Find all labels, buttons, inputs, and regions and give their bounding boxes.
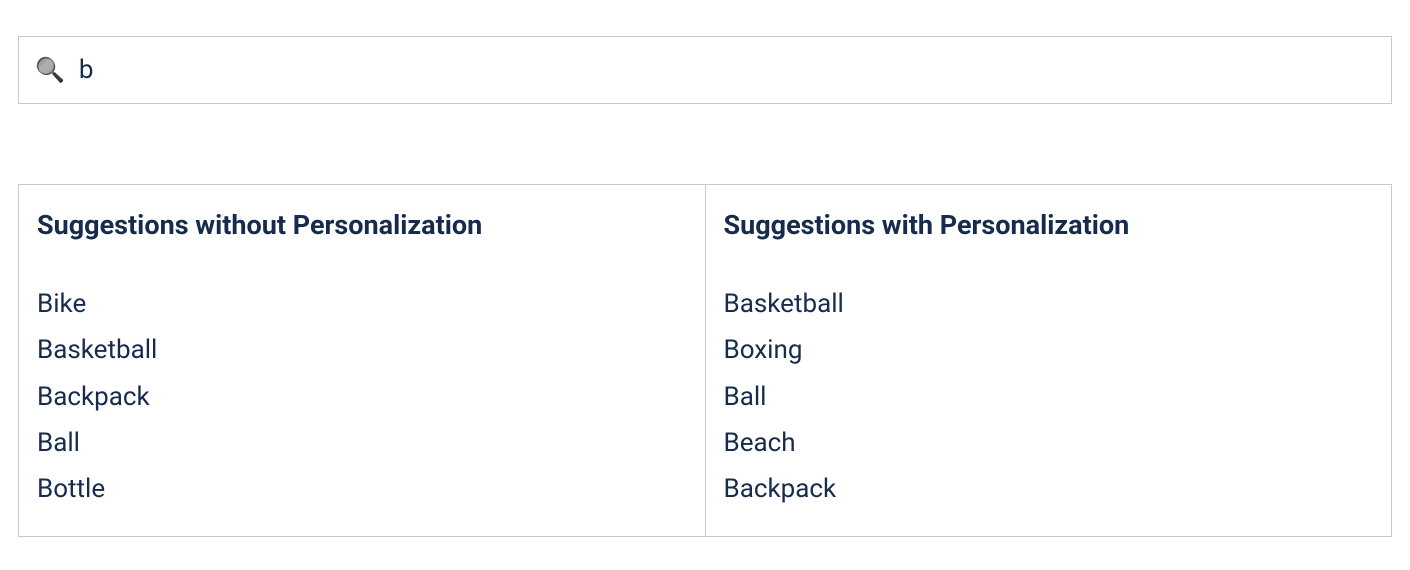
suggestion-item[interactable]: Ball	[724, 374, 1374, 420]
suggestions-with-personalization: Suggestions with Personalization Basketb…	[705, 185, 1392, 536]
column-heading-left: Suggestions without Personalization	[37, 209, 687, 241]
search-box[interactable]: 🔍	[18, 36, 1392, 104]
suggestion-item[interactable]: Backpack	[724, 466, 1374, 512]
suggestion-item[interactable]: Beach	[724, 420, 1374, 466]
suggestions-without-personalization: Suggestions without Personalization Bike…	[19, 185, 705, 536]
column-heading-right: Suggestions with Personalization	[724, 209, 1374, 241]
suggestion-item[interactable]: Basketball	[724, 281, 1374, 327]
suggestions-panel: Suggestions without Personalization Bike…	[18, 184, 1392, 537]
search-input[interactable]	[79, 55, 1375, 85]
suggestion-item[interactable]: Bottle	[37, 466, 687, 512]
search-icon: 🔍	[35, 58, 65, 82]
suggestion-item[interactable]: Ball	[37, 420, 687, 466]
suggestion-item[interactable]: Bike	[37, 281, 687, 327]
suggestion-item[interactable]: Backpack	[37, 374, 687, 420]
suggestion-item[interactable]: Basketball	[37, 327, 687, 373]
suggestion-item[interactable]: Boxing	[724, 327, 1374, 373]
